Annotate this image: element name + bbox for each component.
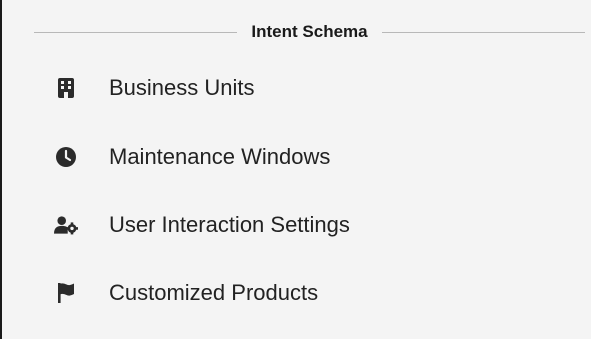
menu-item-business-units[interactable]: Business Units <box>2 66 591 110</box>
menu-item-label: Customized Products <box>109 280 319 305</box>
menu-item-label: Business Units <box>109 75 255 100</box>
menu-item-customized-products[interactable]: Customized Products <box>2 271 591 315</box>
divider-right <box>381 31 586 33</box>
building-icon <box>54 76 78 100</box>
section-title: Intent Schema <box>251 22 368 41</box>
clock-icon <box>54 145 78 169</box>
menu-item-maintenance-windows[interactable]: Maintenance Windows <box>2 135 591 179</box>
divider-left <box>34 31 238 33</box>
section-header: Intent Schema <box>34 18 586 46</box>
flag-icon <box>54 281 78 305</box>
intent-schema-panel: Intent Schema Business Units Maintenance… <box>0 0 591 339</box>
menu-item-label: Maintenance Windows <box>109 144 331 169</box>
menu-item-user-interaction-settings[interactable]: User Interaction Settings <box>2 203 591 247</box>
user-gear-icon <box>54 213 78 237</box>
menu-item-label: User Interaction Settings <box>109 212 350 237</box>
